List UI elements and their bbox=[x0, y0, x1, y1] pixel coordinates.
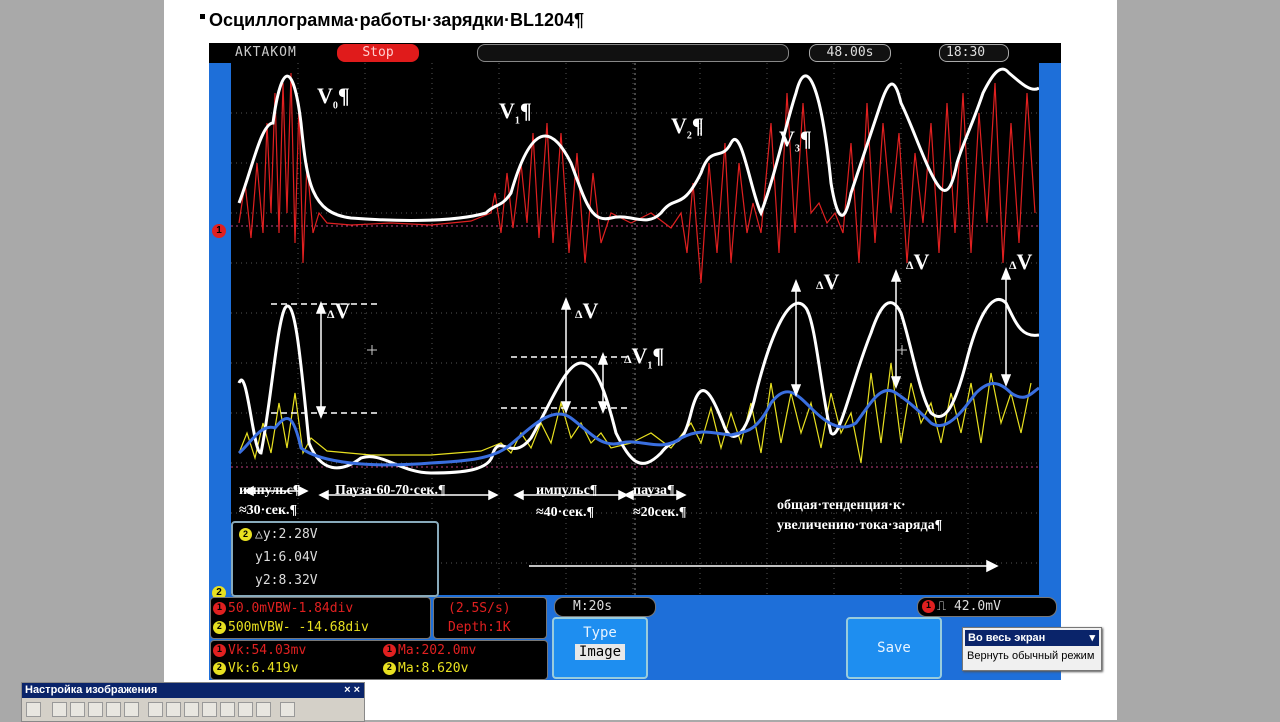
format-picture-icon[interactable] bbox=[220, 702, 235, 717]
cursor-y2: y2:8.32V bbox=[255, 573, 318, 588]
label-pause-1: Пауза·60-70·сек.¶ bbox=[335, 483, 446, 498]
channel-scale-panel: 1 50.0mVBW-1.84div 2 500mVBW- -14.68div bbox=[210, 597, 431, 639]
ch2-vk: 2 Vk:6.419v bbox=[213, 661, 298, 676]
ch2-badge-icon: 2 bbox=[239, 528, 252, 541]
document-heading: Осциллограмма·работы·зарядки·BL1204¶ bbox=[200, 10, 584, 31]
ch1-ma: 1 Ma:202.0mv bbox=[383, 643, 476, 658]
oscilloscope-screenshot: AKTAKOM Stop 48.00s 18:30 1 2 V0¶ V1¶ V2… bbox=[209, 43, 1061, 680]
trigger-level: 1 ⎍ 42.0mV bbox=[922, 599, 1001, 614]
close-icon[interactable]: × × bbox=[344, 683, 360, 698]
label-v1: V1¶ bbox=[499, 98, 532, 127]
label-delta-v-4: ΔV bbox=[906, 249, 930, 274]
label-delta-v-3: ΔV bbox=[816, 269, 840, 294]
fullscreen-context-menu: Во весь экран ▾ Вернуть обычный режим bbox=[962, 627, 1102, 671]
cursor-readout: 2 △y:2.28V y1:6.04V y2:8.32V bbox=[231, 521, 439, 597]
label-trend-line1: общая·тенденция·к· bbox=[777, 498, 906, 513]
less-contrast-icon[interactable] bbox=[88, 702, 103, 717]
label-pause-2-time: ≈20сек.¶ bbox=[633, 505, 687, 520]
rotate-icon[interactable] bbox=[166, 702, 181, 717]
save-softkey[interactable]: Save bbox=[846, 617, 942, 679]
type-softkey-value: Image bbox=[574, 644, 626, 660]
heading-text: Осциллограмма·работы·зарядки·BL1204¶ bbox=[209, 10, 585, 30]
label-pause-2: пауза¶ bbox=[633, 483, 675, 498]
ch2-scale: 2 500mVBW- -14.68div bbox=[213, 620, 369, 635]
ch2-ma: 2 Ma:8.620v bbox=[383, 661, 468, 676]
less-brightness-icon[interactable] bbox=[124, 702, 139, 717]
color-icon[interactable] bbox=[52, 702, 67, 717]
sample-rate: (2.5S/s) bbox=[448, 601, 511, 616]
ch1-offset-marker[interactable]: 1 bbox=[212, 224, 226, 238]
memory-depth: Depth:1K bbox=[448, 620, 511, 635]
dropdown-arrow-icon[interactable]: ▾ bbox=[1089, 630, 1095, 646]
label-impulse-1-time: ≈30·сек.¶ bbox=[239, 503, 298, 518]
reset-picture-icon[interactable] bbox=[280, 702, 295, 717]
label-v3: V3¶ bbox=[779, 126, 812, 155]
label-delta-v-2: ΔV bbox=[575, 298, 599, 323]
restore-normal-mode-item[interactable]: Вернуть обычный режим bbox=[967, 650, 1094, 662]
label-impulse-2-time: ≈40·сек.¶ bbox=[536, 505, 595, 520]
label-v0: V0¶ bbox=[317, 83, 350, 112]
memory-position-bar bbox=[477, 44, 789, 62]
timebase-panel: M:20s bbox=[554, 597, 656, 617]
picture-toolbar: Настройка изображения × × bbox=[21, 682, 365, 722]
fullscreen-menu-title[interactable]: Во весь экран ▾ bbox=[965, 630, 1099, 646]
type-softkey[interactable]: Type Image bbox=[552, 617, 648, 679]
timebase: M:20s bbox=[573, 599, 613, 614]
brand-label: AKTAKOM bbox=[235, 45, 297, 60]
ch1-scale: 1 50.0mVBW-1.84div bbox=[213, 601, 353, 616]
scope-clock: 18:30 bbox=[939, 44, 1009, 62]
trigger-timer: 48.00s bbox=[809, 44, 891, 62]
ch1-vk: 1 Vk:54.03mv bbox=[213, 643, 306, 658]
line-style-icon[interactable] bbox=[184, 702, 199, 717]
cursor-dy: △y:2.28V bbox=[255, 527, 318, 542]
more-brightness-icon[interactable] bbox=[106, 702, 121, 717]
label-delta-v-1: ΔV bbox=[327, 298, 351, 323]
label-v2: V2¶ bbox=[671, 113, 704, 142]
text-wrap-icon[interactable] bbox=[238, 702, 253, 717]
measurement-panel: 1 Vk:54.03mv 2 Vk:6.419v 1 Ma:202.0mv 2 Ma:8… bbox=[210, 640, 548, 680]
compress-icon[interactable] bbox=[202, 702, 217, 717]
crop-icon[interactable] bbox=[148, 702, 163, 717]
bullet-icon bbox=[200, 14, 205, 19]
label-delta-v-5: ΔV bbox=[1009, 249, 1033, 274]
acquisition-panel: (2.5S/s) Depth:1K bbox=[433, 597, 547, 639]
trigger-panel: 1 ⎍ 42.0mV bbox=[917, 597, 1057, 617]
cursor-y1: y1:6.04V bbox=[255, 550, 318, 565]
insert-picture-icon[interactable] bbox=[26, 702, 41, 717]
label-delta-v1: ΔV1¶ bbox=[624, 343, 665, 372]
label-impulse-1: импульс¶ bbox=[239, 483, 301, 498]
set-transparent-color-icon[interactable] bbox=[256, 702, 271, 717]
label-trend-line2: увеличению·тока·заряда¶ bbox=[777, 518, 943, 533]
run-stop-indicator: Stop bbox=[337, 44, 419, 62]
type-softkey-label: Type bbox=[583, 625, 617, 641]
more-contrast-icon[interactable] bbox=[70, 702, 85, 717]
picture-toolbar-title: Настройка изображения × × bbox=[22, 683, 364, 698]
label-impulse-2: импульс¶ bbox=[536, 483, 598, 498]
